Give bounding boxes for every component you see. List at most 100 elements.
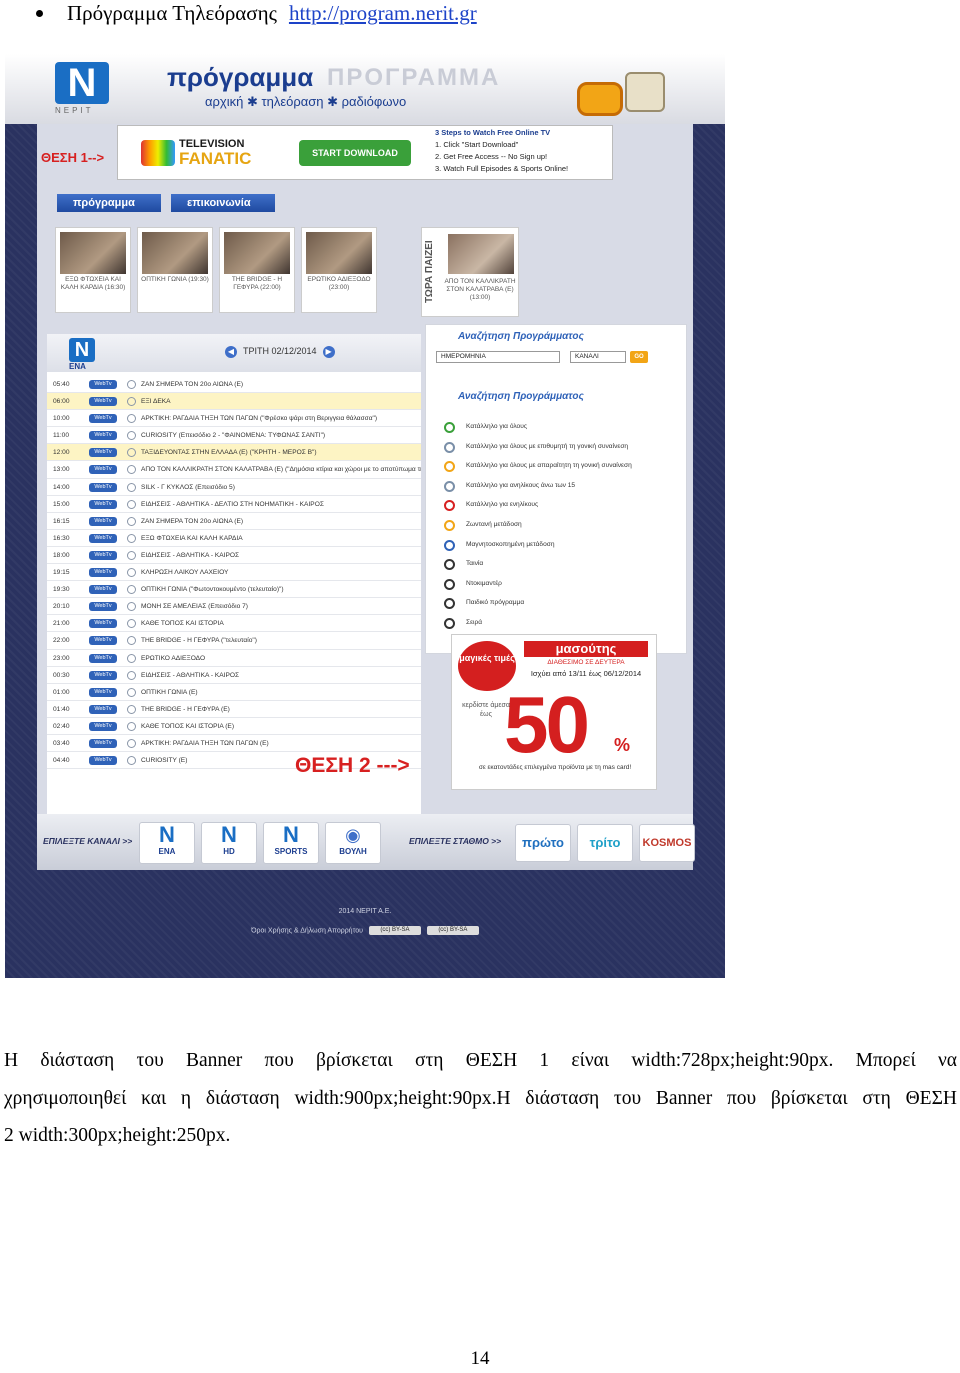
schedule-time: 23:00 — [53, 654, 70, 662]
channel-sports-button[interactable]: N SPORTS — [263, 822, 319, 864]
go-button[interactable]: GO — [630, 351, 648, 363]
schedule-row[interactable]: 18:00 WebTv ΕΙΔΗΣΕΙΣ - ΑΘΛΗΤΙΚΑ - ΚΑΙΡΟΣ — [47, 547, 421, 565]
webtv-badge[interactable]: WebTv — [89, 448, 117, 458]
schedule-row[interactable]: 05:40 WebTv ΖΑΝ ΣΗΜΕΡΑ ΤΟΝ 20ο ΑΙΩΝΑ (Ε) — [47, 376, 421, 394]
schedule-row[interactable]: 16:30 WebTv ΕΞΩ ΦΤΩΧΕΙΑ ΚΑΙ ΚΑΛΗ ΚΑΡΔΙΑ — [47, 530, 421, 547]
schedule-title: ΚΛΗΡΩΣΗ ΛΑΙΚΟΥ ΛΑΧΕΙΟΥ — [141, 569, 229, 577]
webtv-badge[interactable]: WebTv — [89, 721, 117, 731]
terms-link[interactable]: Όροι Χρήσης & Δήλωση Απορρήτου — [251, 927, 363, 934]
channel-logo: N — [159, 822, 175, 847]
schedule-row[interactable]: 10:00 WebTv ΑΡΚΤΙΚΗ: ΡΑΓΔΑΙΑ ΤΗΞΗ ΤΩΝ ΠΑΓΩ… — [47, 410, 421, 428]
schedule-row[interactable]: 02:40 WebTv ΚΑΘΕ ΤΟΠΟΣ ΚΑΙ ΙΣΤΟΡΙΑ (Ε) — [47, 718, 421, 735]
webtv-badge[interactable]: WebTv — [89, 568, 117, 578]
schedule-row[interactable]: 19:30 WebTv ΟΠΤΙΚΗ ΓΩΝΙΑ ("Φωτοντοκουμέντο… — [47, 581, 421, 599]
thumbnail-card[interactable]: ΕΞΩ ΦΤΩΧΕΙΑ ΚΑΙ ΚΑΛΗ ΚΑΡΔΙΑ (16:30) — [55, 227, 131, 313]
choose-station-label: ΕΠΙΛΕΞΤΕ ΣΤΑΘΜΟ >> — [409, 836, 502, 846]
legend-icon — [444, 617, 455, 629]
site-title-ghost: ΠΡΟΓΡΑΜΜΑ — [327, 64, 501, 91]
schedule-row[interactable]: 11:00 WebTv CURIOSITY (Επεισόδιο 2 - "ΦΑΙΝ… — [47, 427, 421, 445]
nerit-logo[interactable]: N — [55, 62, 109, 104]
webtv-badge[interactable]: WebTv — [89, 482, 117, 492]
webtv-badge[interactable]: WebTv — [89, 670, 117, 680]
legend-item: Κατάλληλο για όλους — [444, 417, 680, 437]
legend-item: Μαγνητοσκοπημένη μετάδοση — [444, 535, 680, 555]
webtv-badge[interactable]: WebTv — [89, 414, 117, 424]
thumbnail-card[interactable]: ΟΠΤΙΚΗ ΓΩΝΙΑ (19:30) — [137, 227, 213, 313]
next-day-icon[interactable]: ▶ — [322, 346, 335, 358]
webtv-badge[interactable]: WebTv — [89, 431, 117, 441]
legend-label: Κατάλληλο για ενηλίκους — [466, 501, 539, 509]
channel-vouli-button[interactable]: ◉ ΒΟΥΛΗ — [325, 822, 381, 864]
schedule-row[interactable]: 19:15 WebTv ΚΛΗΡΩΣΗ ΛΑΙΚΟΥ ΛΑΧΕΙΟΥ — [47, 564, 421, 582]
station-kosmos-button[interactable]: KOSMOS — [639, 824, 695, 862]
webtv-badge[interactable]: WebTv — [89, 602, 117, 612]
schedule-time: 02:40 — [53, 722, 70, 730]
schedule-title: CURIOSITY (Ε) — [141, 757, 188, 765]
thumbnail-image — [142, 232, 208, 274]
now-playing-label: ΤΩΡΑ ΠΑΙΖΕΙ — [424, 240, 435, 304]
webtv-badge[interactable]: WebTv — [89, 550, 117, 560]
nav-contact[interactable]: επικοινωνία — [171, 194, 275, 212]
webtv-badge[interactable]: WebTv — [89, 619, 117, 629]
webtv-badge[interactable]: WebTv — [89, 516, 117, 526]
webtv-badge[interactable]: WebTv — [89, 465, 117, 475]
schedule-time: 19:15 — [53, 569, 70, 577]
legend-item: Κατάλληλο για ενηλίκους — [444, 495, 680, 515]
schedule-time: 14:00 — [53, 483, 70, 491]
schedule-row[interactable]: 03:40 WebTv ΑΡΚΤΙΚΗ: ΡΑΓΔΑΙΑ ΤΗΞΗ ΤΩΝ ΠΑΓΩ… — [47, 735, 421, 753]
webtv-badge[interactable]: WebTv — [89, 380, 117, 389]
webtv-badge[interactable]: WebTv — [89, 585, 117, 595]
cc-badge[interactable]: (cc) BY-SA — [426, 926, 479, 935]
webtv-badge[interactable]: WebTv — [89, 756, 117, 766]
legend-icon — [444, 480, 455, 492]
station-trito-button[interactable]: τρίτο — [577, 824, 633, 862]
schedule-row[interactable]: 13:00 WebTv ΑΠΟ ΤΟΝ ΚΑΛΛΙΚΡΑΤΗ ΣΤΟΝ ΚΑΛΑΤΡ… — [47, 461, 421, 479]
schedule-row[interactable]: 14:00 WebTv SILK - Γ ΚΥΚΛΟΣ (Επεισόδιο 5) — [47, 479, 421, 496]
date-select[interactable]: ΗΜΕΡΟΜΗΝΙΑ — [436, 351, 560, 363]
rating-icon — [127, 602, 136, 612]
schedule-row[interactable]: 16:15 WebTv ΖΑΝ ΣΗΜΕΡΑ ΤΟΝ 20ο ΑΙΩΝΑ (Ε) — [47, 513, 421, 530]
schedule-row[interactable]: 00:30 WebTv ΕΙΔΗΣΕΙΣ - ΑΘΛΗΤΙΚΑ - ΚΑΙΡΟΣ — [47, 667, 421, 684]
legend-item: Κατάλληλο για όλους με επιθυμητή τη γονι… — [444, 437, 680, 457]
nav-program[interactable]: πρόγραμμα — [57, 194, 161, 212]
legend-item: Παιδικό πρόγραμμα — [444, 593, 680, 613]
schedule-row[interactable]: 12:00 WebTv ΤΑΞΙΔΕΥΟΝΤΑΣ ΣΤΗΝ ΕΛΛΑΔΑ (Ε) (… — [47, 444, 421, 462]
webtv-badge[interactable]: WebTv — [89, 704, 117, 714]
webtv-badge[interactable]: WebTv — [89, 738, 117, 748]
schedule-row[interactable]: 01:40 WebTv THE BRIDGE - Η ΓΕΦΥΡΑ (Ε) — [47, 701, 421, 718]
channel-hd-button[interactable]: N HD — [201, 822, 257, 864]
site-subnav[interactable]: αρχική ✱ τηλεόραση ✱ ραδιόφωνο — [205, 94, 406, 110]
start-download-button[interactable]: START DOWNLOAD — [299, 140, 411, 166]
station-proto-button[interactable]: πρώτο — [515, 824, 571, 862]
prev-day-icon[interactable]: ◀ — [225, 346, 237, 358]
site-copyright: 2014 ΝΕΡΙΤ Α.Ε. — [338, 908, 392, 915]
channel-ena-button[interactable]: N ENA — [139, 822, 195, 864]
now-playing-card[interactable]: ΤΩΡΑ ΠΑΙΖΕΙ ΑΠΟ ΤΟΝ ΚΑΛΛΙΚΡΑΤΗ ΣΤΟΝ ΚΑΛΑ… — [421, 227, 519, 317]
webtv-badge[interactable]: WebTv — [89, 499, 117, 509]
banner-position-2[interactable]: μαγικές τιμές μασούτης ΔΙΑΘΕΣΙΜΟ ΣΕ ΔΕΥΤ… — [451, 634, 657, 790]
schedule-row[interactable]: 22:00 WebTv THE BRIDGE - Η ΓΕΦΥΡΑ ("τελευτ… — [47, 632, 421, 650]
schedule-row[interactable]: 15:00 WebTv ΕΙΔΗΣΕΙΣ - ΑΘΛΗΤΙΚΑ - ΔΕΛΤΙΟ Σ… — [47, 496, 421, 513]
program-link[interactable]: http://program.nerit.gr — [289, 1, 477, 25]
ad-brand-sub: ΔΙΑΘΕΣΙΜΟ ΣΕ ΔΕΥΤΕΡΑ — [547, 659, 625, 666]
webtv-badge[interactable]: WebTv — [89, 653, 117, 663]
thumbnail-card[interactable]: THE BRIDGE - Η ΓΕΦΥΡΑ (22:00) — [219, 227, 295, 313]
schedule-time: 21:00 — [53, 620, 70, 628]
schedule-row[interactable]: 20:10 WebTv ΜΟΝΗ ΣΕ ΑΜΕΛΕΙΑΣ (Επεισόδιο 7) — [47, 598, 421, 616]
thumbnail-card[interactable]: ΕΡΩΤΙΚΟ ΑΔΙΕΞΟΔΟ (23:00) — [301, 227, 377, 313]
schedule-time: 00:30 — [53, 671, 70, 679]
legend-label: Ταινία — [466, 560, 484, 568]
legend-item: Κατάλληλο για όλους με απαραίτητη τη γον… — [444, 456, 680, 476]
schedule-row[interactable]: 23:00 WebTv ΕΡΩΤΙΚΟ ΑΔΙΕΞΟΔΟ — [47, 650, 421, 667]
rating-legend: Κατάλληλο για όλους Κατάλληλο για όλους μ… — [444, 417, 680, 633]
webtv-badge[interactable]: WebTv — [89, 397, 117, 407]
webtv-badge[interactable]: WebTv — [89, 636, 117, 646]
cc-badge[interactable]: (cc) BY-SA — [368, 926, 421, 935]
channel-select[interactable]: ΚΑΝΑΛΙ — [570, 351, 626, 363]
webtv-badge[interactable]: WebTv — [89, 533, 117, 543]
webtv-badge[interactable]: WebTv — [89, 687, 117, 697]
schedule-row[interactable]: 01:00 WebTv ΟΠΤΙΚΗ ΓΩΝΙΑ (Ε) — [47, 684, 421, 701]
schedule-title: ΚΑΘΕ ΤΟΠΟΣ ΚΑΙ ΙΣΤΟΡΙΑ (Ε) — [141, 722, 235, 730]
schedule-row[interactable]: 06:00 WebTv ΕΞΙ ΔΕΚΑ — [47, 393, 421, 411]
schedule-row[interactable]: 21:00 WebTv ΚΑΘΕ ΤΟΠΟΣ ΚΑΙ ΙΣΤΟΡΙΑ — [47, 615, 421, 633]
